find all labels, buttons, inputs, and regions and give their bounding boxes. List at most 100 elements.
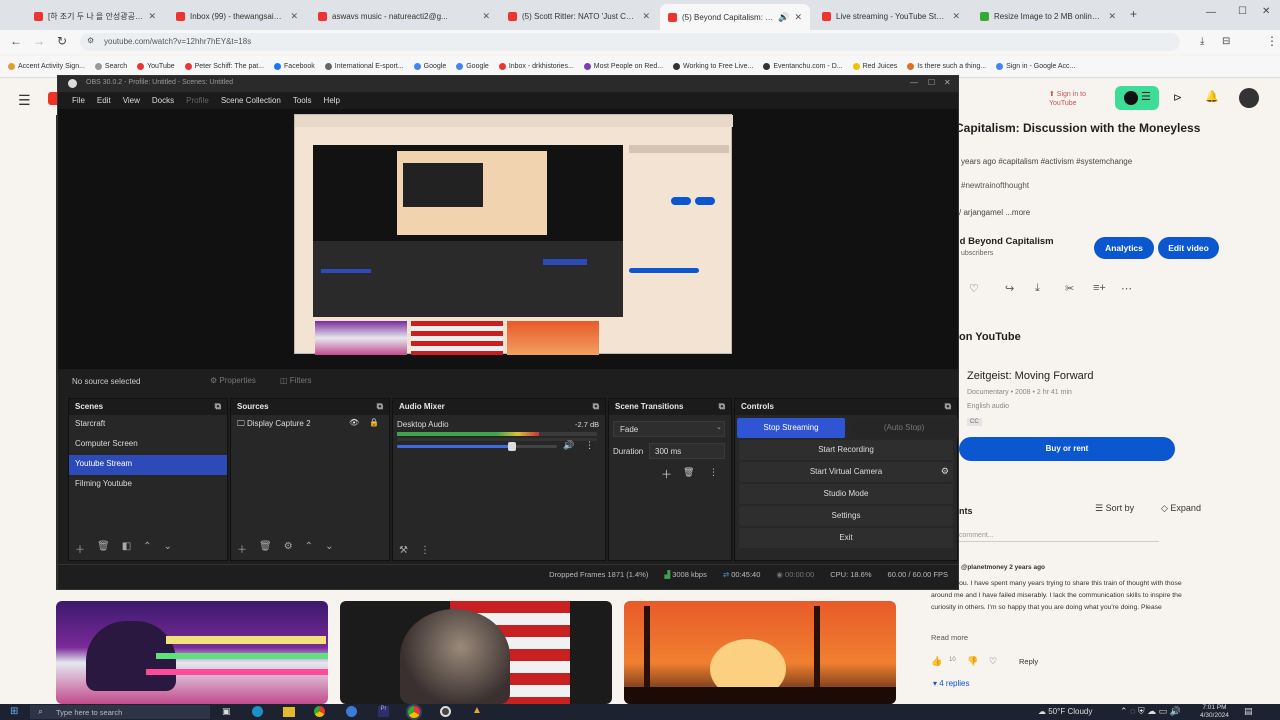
gear-icon[interactable]: ⚙ xyxy=(284,541,293,556)
bookmark-item[interactable]: Facebook xyxy=(274,63,315,70)
more-actions-icon[interactable]: ⋯ xyxy=(1121,282,1132,295)
download-icon[interactable]: ⤓ xyxy=(1200,36,1204,47)
channel-name[interactable]: ld Beyond Capitalism xyxy=(957,236,1054,247)
dislike-icon[interactable]: ♡ xyxy=(969,282,979,295)
menu-view[interactable]: View xyxy=(123,96,140,109)
hashtag-link[interactable]: #newtrainofthought xyxy=(961,181,1029,190)
trash-icon[interactable]: 🗑 xyxy=(683,467,694,478)
auto-stop-button[interactable]: (Auto Stop) xyxy=(850,418,959,438)
mute-tab-icon[interactable]: 🔊 xyxy=(778,12,789,23)
speaker-icon[interactable]: 🔊 xyxy=(563,440,574,451)
heart-icon[interactable]: ♡ xyxy=(989,656,997,667)
bookmark-item[interactable]: Working to Free Live... xyxy=(673,63,753,70)
bookmark-item[interactable]: Google xyxy=(456,63,489,70)
create-icon[interactable]: ⊳ xyxy=(1173,91,1182,104)
dock-popout-icon[interactable]: ⧉ xyxy=(719,401,725,412)
obs-minimize-icon[interactable]: — xyxy=(910,78,918,87)
back-icon[interactable]: ← xyxy=(10,34,22,48)
clip-icon[interactable]: ✂ xyxy=(1065,282,1074,295)
obs-maximize-icon[interactable]: ☐ xyxy=(928,78,935,87)
menu-docks[interactable]: Docks xyxy=(152,96,174,109)
close-tab-icon[interactable]: ✕ xyxy=(290,11,298,22)
scene-item[interactable]: Computer Screen xyxy=(69,435,227,455)
browser-tab-active[interactable]: (5) Beyond Capitalism: Discu...🔊✕ xyxy=(660,4,810,30)
buy-or-rent-button[interactable]: Buy or rent xyxy=(959,437,1175,461)
clock[interactable]: 7:01 PM 4/30/2024 xyxy=(1200,704,1229,720)
analytics-button[interactable]: Analytics xyxy=(1094,237,1154,259)
bookmark-item[interactable]: Accent Activity Sign... xyxy=(8,63,85,70)
dock-popout-icon[interactable]: ⧉ xyxy=(377,401,383,412)
close-tab-icon[interactable]: ✕ xyxy=(1108,11,1116,22)
bookmark-item[interactable]: Most People on Red... xyxy=(583,63,663,70)
properties-button[interactable]: ⚙ Properties xyxy=(204,374,262,387)
channel-avatar[interactable] xyxy=(1239,88,1259,108)
address-bar[interactable]: ⚙ youtube.com/watch?v=12hhr7hEY&t=18s xyxy=(80,33,1180,51)
lock-icon[interactable]: 🔒 xyxy=(369,418,379,427)
bookmark-item[interactable]: Search xyxy=(94,63,127,70)
add-icon[interactable]: ＋ xyxy=(237,541,247,556)
menu-tools[interactable]: Tools xyxy=(293,96,312,109)
more-options-icon[interactable]: ⋮ xyxy=(585,440,594,451)
file-explorer-icon[interactable] xyxy=(283,707,295,717)
trash-icon[interactable]: 🗑 xyxy=(97,541,110,556)
bookmark-item[interactable]: YouTube xyxy=(137,63,175,70)
bookmark-item[interactable]: Peter Schiff: The pat... xyxy=(184,63,264,70)
scene-item[interactable]: Filming Youtube xyxy=(69,475,227,495)
download-icon[interactable]: ⤓ xyxy=(1035,282,1040,295)
browser-tab[interactable]: Live streaming - YouTube Studio ✕ xyxy=(814,5,968,27)
close-tab-icon[interactable]: ✕ xyxy=(482,11,490,22)
dock-popout-icon[interactable]: ⧉ xyxy=(593,401,599,412)
comment-author[interactable]: @planetmoney 2 years ago xyxy=(961,564,1045,571)
bookmark-item[interactable]: Sign in - Google Acc... xyxy=(996,63,1075,70)
add-icon[interactable]: ＋ xyxy=(661,466,672,482)
dock-popout-icon[interactable]: ⧉ xyxy=(215,401,221,412)
bookmark-item[interactable]: Eventanchu.com - D... xyxy=(763,63,843,70)
new-tab-icon[interactable]: + xyxy=(1130,7,1137,21)
reload-icon[interactable]: ↻ xyxy=(57,34,67,48)
replies-toggle[interactable]: ▾ 4 replies xyxy=(933,679,970,688)
youtube-studio-button[interactable]: ☰ xyxy=(1115,86,1159,110)
video-thumbnail[interactable] xyxy=(56,601,328,704)
description-more[interactable]: / arjangamel ...more xyxy=(959,208,1030,217)
weather-widget[interactable]: ☁ 50°F Cloudy xyxy=(1038,707,1092,716)
close-tab-icon[interactable]: ✕ xyxy=(794,12,802,23)
advanced-audio-icon[interactable]: ⚒ xyxy=(399,545,408,556)
browser-menu-icon[interactable]: ⋮ xyxy=(1266,34,1278,48)
tray-icons[interactable]: ⌃ ◌ ⛨ ☁ ▭ 🔊 xyxy=(1120,706,1181,717)
menu-edit[interactable]: Edit xyxy=(97,96,111,109)
chevron-down-icon[interactable]: ⌄ xyxy=(325,541,333,556)
add-comment-input[interactable]: comment... xyxy=(959,532,1159,542)
obs-taskbar-icon[interactable] xyxy=(440,706,451,717)
task-view-icon[interactable]: ▣ xyxy=(222,706,231,717)
chevron-down-icon[interactable]: ⌄ xyxy=(164,541,172,556)
start-virtual-camera-button[interactable]: Start Virtual Camera ⚙ xyxy=(739,462,953,482)
maximize-window-icon[interactable]: ☐ xyxy=(1238,6,1247,17)
menu-file[interactable]: File xyxy=(72,96,85,109)
menu-profile[interactable]: Profile xyxy=(186,96,209,109)
subscribe-promo[interactable]: ⬆ Sign in to YouTube xyxy=(1049,90,1109,112)
windows-start-icon[interactable]: ⊞ xyxy=(10,706,18,717)
browser-tab[interactable]: [하 조기 두 나 을 안성광공 ... ✕ xyxy=(26,5,164,27)
edge-icon[interactable] xyxy=(252,706,263,717)
like-icon[interactable]: 👍 xyxy=(931,656,942,667)
trash-icon[interactable]: 🗑 xyxy=(259,541,272,556)
read-more-link[interactable]: Read more xyxy=(931,633,968,642)
exit-button[interactable]: Exit xyxy=(739,528,953,548)
video-thumbnail[interactable] xyxy=(624,601,896,704)
transition-select[interactable]: Fade ⌄ xyxy=(613,421,725,437)
save-playlist-icon[interactable]: ≡+ xyxy=(1093,282,1106,294)
bookmark-item[interactable]: Inbox - drkhistories... xyxy=(498,63,574,70)
duration-input[interactable]: 300 ms xyxy=(649,443,725,459)
bookmark-item[interactable]: International E-sport... xyxy=(324,63,404,70)
close-window-icon[interactable]: ✕ xyxy=(1262,6,1270,17)
movie-title[interactable]: Zeitgeist: Moving Forward xyxy=(967,370,1094,382)
start-recording-button[interactable]: Start Recording xyxy=(739,440,953,460)
vlc-icon[interactable]: ▲ xyxy=(472,705,482,716)
site-info-icon[interactable]: ⚙ xyxy=(87,36,94,45)
menu-scene-collection[interactable]: Scene Collection xyxy=(221,96,281,109)
bookmark-item[interactable]: Is there such a thing... xyxy=(907,63,986,70)
browser-tab[interactable]: Resize Image to 2 MB online for ...✕ xyxy=(972,5,1124,27)
chevron-up-icon[interactable]: ⌃ xyxy=(143,541,151,556)
video-thumbnail[interactable] xyxy=(340,601,612,704)
scene-item-selected[interactable]: Youtube Stream xyxy=(69,455,227,475)
